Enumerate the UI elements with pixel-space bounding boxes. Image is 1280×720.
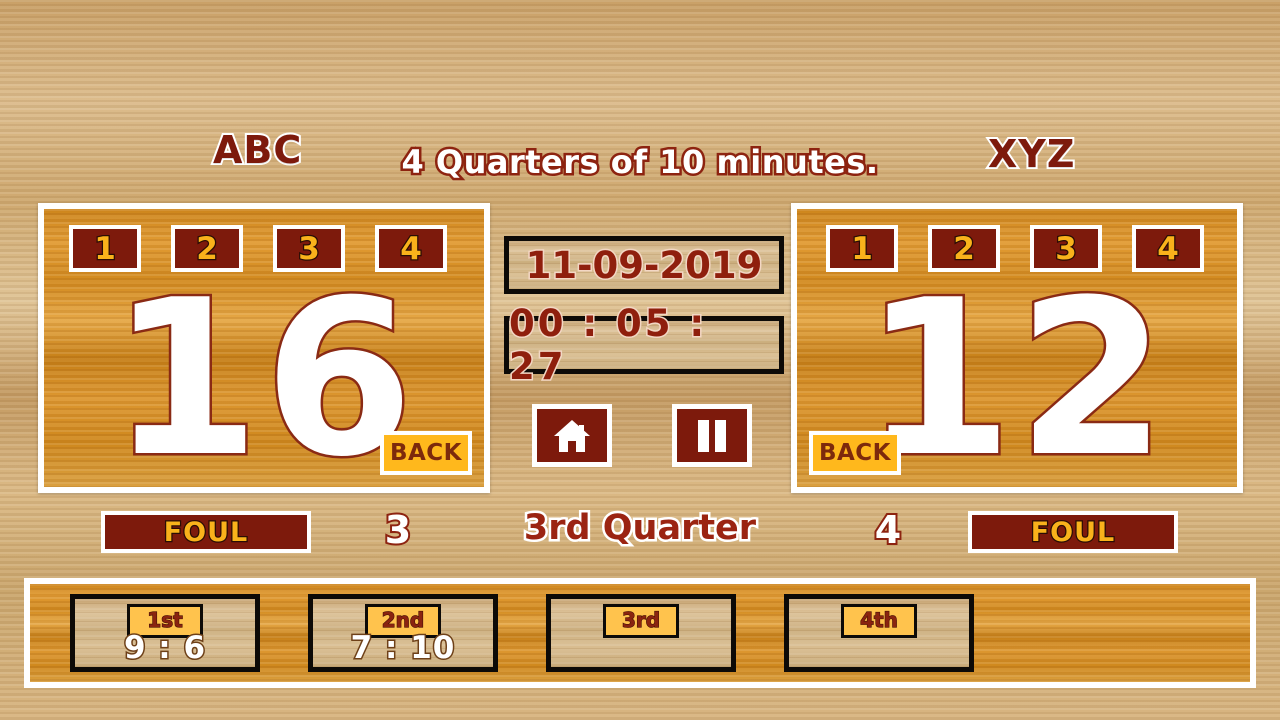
pause-button[interactable] [672,404,752,467]
quarter-box-3[interactable]: 3rd [546,594,736,672]
foul-button-right[interactable]: FOUL [968,511,1178,553]
quarter-box-4[interactable]: 4th [784,594,974,672]
quarter-summary-bar: 1st 9 : 6 2nd 7 : 10 3rd 4th [24,578,1256,688]
game-clock-display: 00 : 05 : 27 [504,301,784,390]
foul-count-right: 4 [873,506,903,554]
team-panel-left: 1 2 3 4 16 BACK [38,203,490,493]
quarter-box-2[interactable]: 2nd 7 : 10 [308,594,498,672]
quarter-score-1: 9 : 6 [122,629,207,668]
team-panel-right: 1 2 3 4 12 BACK [791,203,1243,493]
scoreboard-screen: ABC XYZ 4 Quarters of 10 minutes. 1 2 3 … [0,0,1280,720]
quarter-box-1[interactable]: 1st 9 : 6 [70,594,260,672]
back-button-right[interactable]: BACK [809,431,901,475]
quarter-score-2: 7 : 10 [349,629,456,668]
home-button[interactable] [532,404,612,467]
match-title: 4 Quarters of 10 minutes. [399,141,881,184]
date-display: 11-09-2019 [504,236,784,294]
quarter-label-3: 3rd [603,604,679,638]
back-button-left[interactable]: BACK [380,431,472,475]
pause-icon [695,418,729,454]
home-icon [552,418,592,454]
quarter-label-4: 4th [841,604,917,638]
